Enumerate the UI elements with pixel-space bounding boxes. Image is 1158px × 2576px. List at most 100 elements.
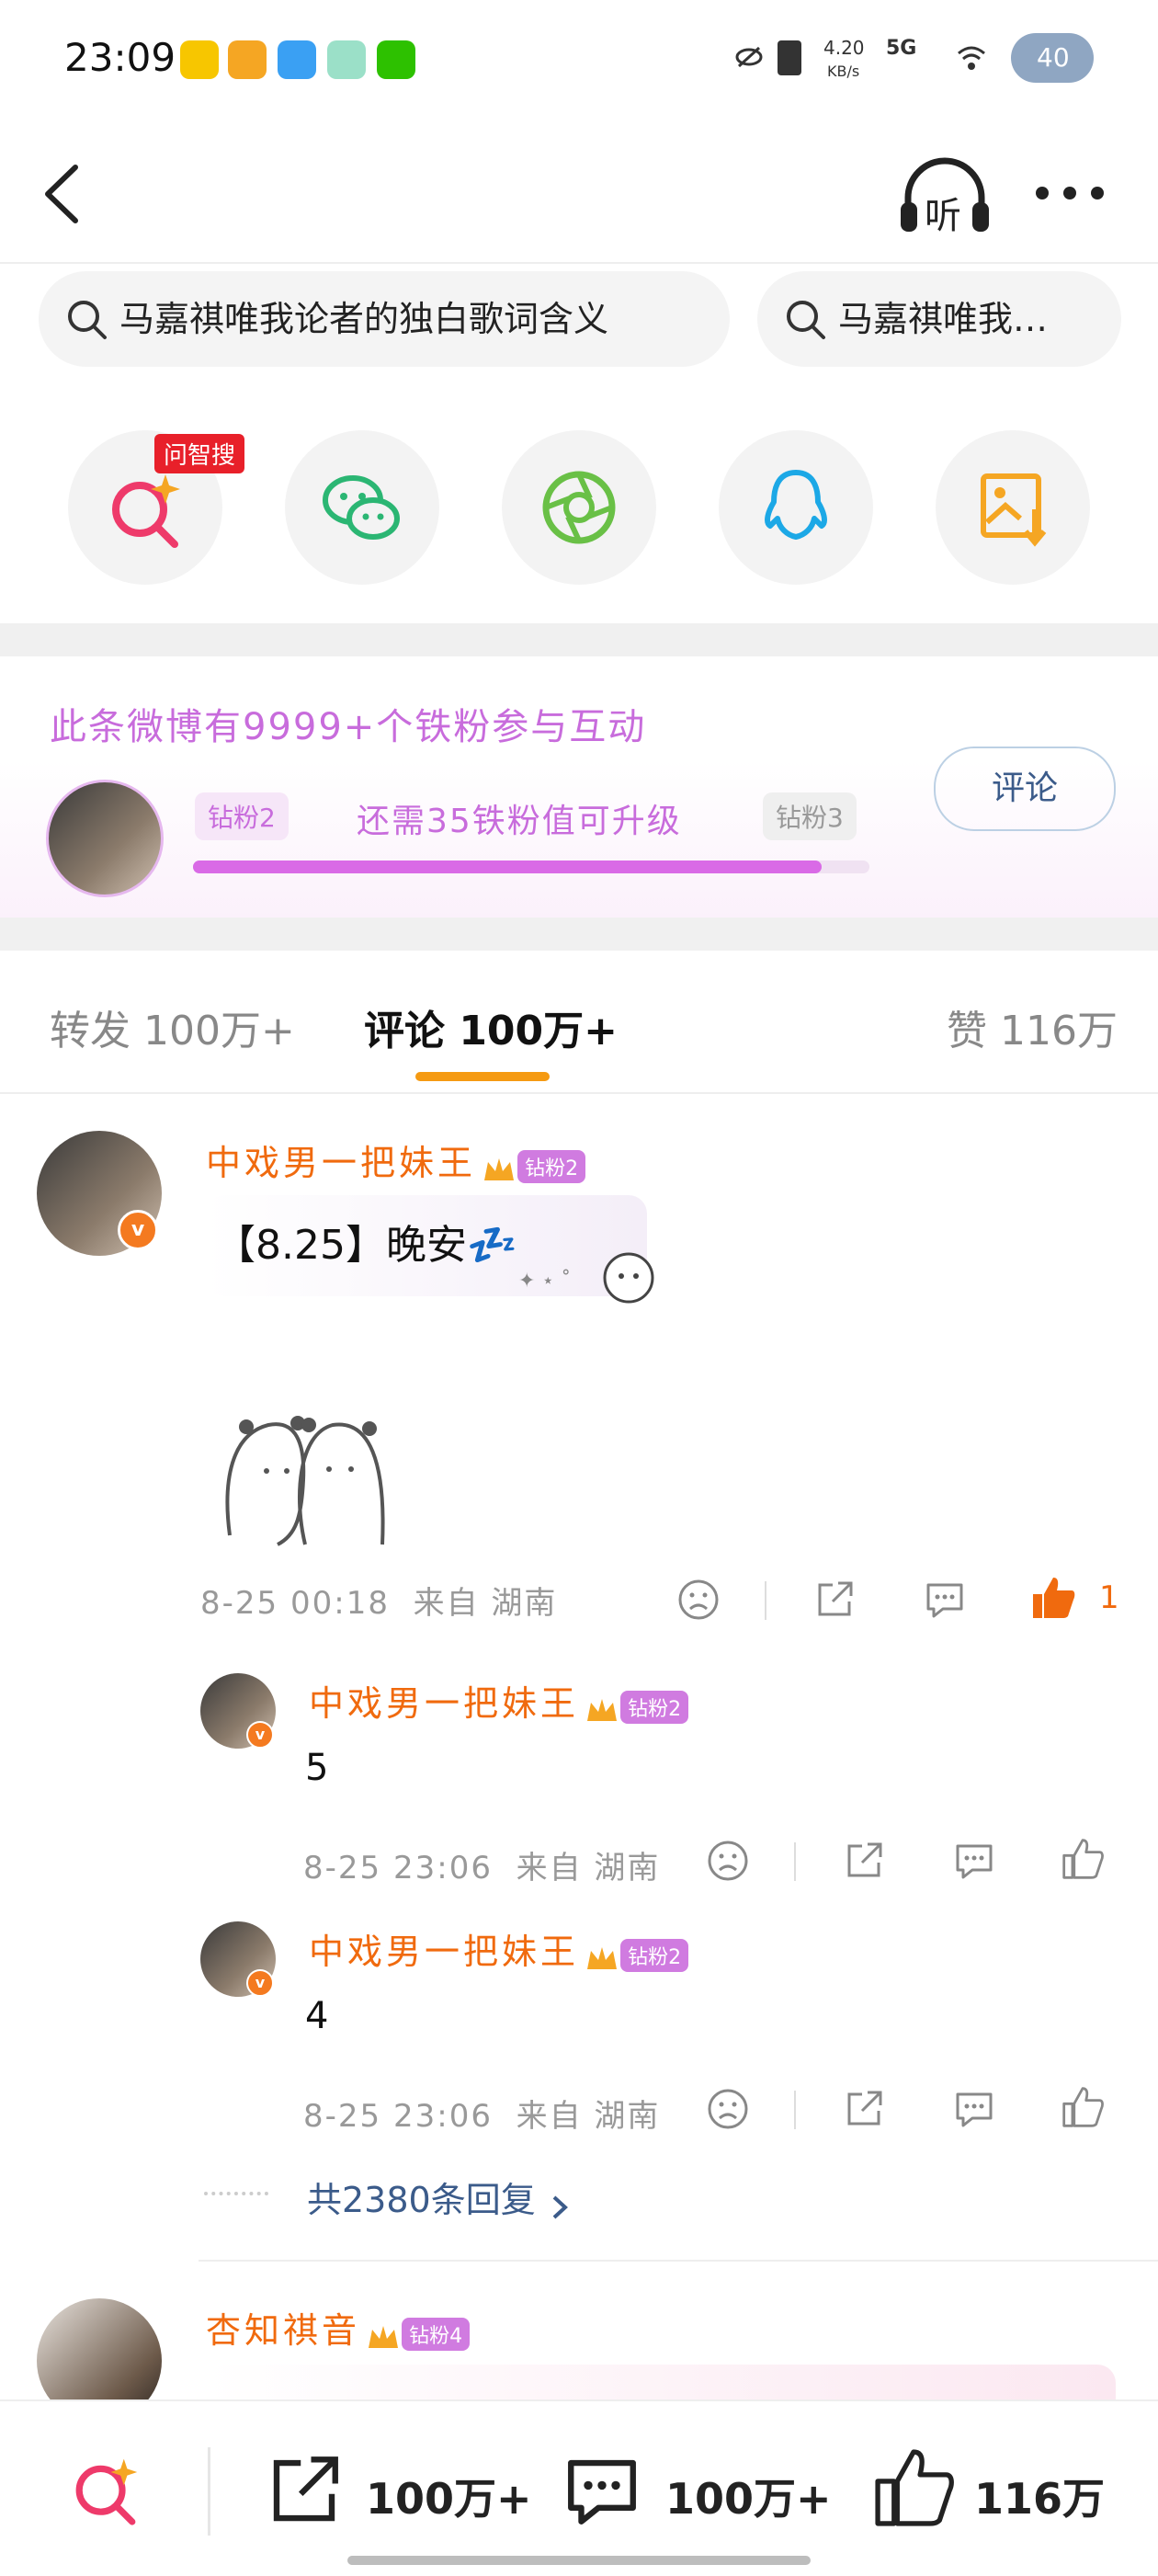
fan-badge: 钻粉2 [620, 1691, 689, 1724]
comment-location: 来自 湖南 [413, 1585, 558, 1622]
reply-text: 5 [305, 1747, 329, 1789]
search-icon [787, 301, 825, 339]
search-suggestion-2[interactable]: 马嘉祺唯我… [757, 271, 1121, 367]
comment-icon [956, 2092, 993, 2127]
repost-button[interactable] [812, 1578, 857, 1622]
divider [765, 1581, 766, 1620]
verified-icon: v [246, 1969, 274, 1997]
crown-icon [365, 2320, 402, 2357]
back-button[interactable] [40, 162, 86, 226]
fan-headline: 此条微博有9999+个铁粉参与互动 [50, 706, 647, 748]
ai-search-badge: 问智搜 [154, 434, 245, 473]
share-icon [818, 1581, 853, 1616]
comment-header: 中戏男一把妹王 钻粉2 [206, 1134, 586, 1190]
bottom-repost-button[interactable]: 100万+ [263, 2449, 612, 2532]
reply-time: 8-25 23:06 [303, 2098, 493, 2135]
sad-face-icon [708, 2089, 748, 2129]
fan-upgrade-text: 还需35铁粉值可升级 [357, 803, 682, 840]
comment-time: 8-25 00:18 [200, 1585, 390, 1622]
thumbs-up-icon [1062, 1839, 1104, 1879]
divider [794, 2091, 796, 2129]
search-suggestion-text: 马嘉祺唯我… [838, 299, 1049, 339]
more-replies-text: 共2380条回复 [307, 2180, 536, 2220]
reply-button[interactable] [923, 1578, 967, 1622]
net-speed: 4.20 [823, 37, 865, 59]
reply-text: 4 [305, 1995, 329, 2037]
reply-header: 中戏男一把妹王 钻粉2 [309, 1675, 689, 1730]
bottom-like-button[interactable]: 116万 [871, 2445, 1110, 2534]
comment-icon [926, 1583, 963, 1618]
comment-item: v 中戏男一把妹王 钻粉2 【8.25】晚安💤 ✦ ⋆ ˚ 8-25 00:18… [0, 1122, 1158, 2262]
app-notification-icon [327, 40, 366, 79]
share-moments-button[interactable] [502, 430, 656, 585]
reply-location: 来自 湖南 [516, 1850, 661, 1886]
dislike-button[interactable] [706, 2087, 750, 2131]
like-count: 1 [1099, 1579, 1119, 1616]
listen-button[interactable]: 听 [899, 156, 991, 237]
bottom-repost-count: 100万+ [366, 2474, 532, 2524]
share-wechat-button[interactable] [285, 430, 439, 585]
bear-sticker-image[interactable] [213, 1388, 397, 1572]
bottom-action-bar: 100万+ 100万+ 116万 [0, 2399, 1158, 2576]
dislike-button[interactable] [706, 1839, 750, 1883]
comment-header: 杏知祺音 钻粉4 [206, 2302, 471, 2357]
like-button[interactable] [1061, 2085, 1105, 2129]
reply-button[interactable] [952, 2087, 996, 2131]
sad-face-icon [708, 1841, 748, 1881]
reply-button[interactable] [952, 1839, 996, 1883]
crown-icon [481, 1153, 517, 1190]
divider [208, 2447, 210, 2536]
weibo-notification-icon [228, 40, 267, 79]
fan-comment-button[interactable]: 评论 [934, 747, 1116, 831]
net-speed-unit: KB/s [827, 63, 860, 80]
more-replies-link[interactable]: 共2380条回复 [307, 2171, 571, 2222]
comment-icon [568, 2459, 636, 2525]
reply-username[interactable]: 中戏男一把妹王 [309, 1932, 579, 1972]
comment-username[interactable]: 中戏男一把妹王 [206, 1143, 476, 1183]
wechat-notification-icon [377, 40, 415, 79]
search-suggestion-1[interactable]: 马嘉祺唯我论者的独白歌词含义 [39, 271, 730, 367]
save-image-button[interactable] [936, 430, 1090, 585]
comment-meta: 8-25 00:18 来自 湖南 [200, 1578, 557, 1623]
bottom-like-count: 116万 [974, 2474, 1106, 2524]
fan-badge: 钻粉2 [517, 1150, 586, 1183]
wifi-icon [956, 42, 987, 75]
ai-search-icon [112, 474, 180, 548]
more-dots-icon [1036, 187, 1104, 199]
my-avatar[interactable] [46, 780, 164, 897]
bottom-comment-button[interactable]: 100万+ [561, 2449, 836, 2532]
battery-level: 40 [1037, 42, 1070, 73]
like-button[interactable] [1029, 1574, 1077, 1622]
verified-icon: v [246, 1721, 274, 1749]
repost-button[interactable] [842, 1839, 886, 1883]
tab-active-indicator [415, 1072, 550, 1081]
more-button[interactable] [1033, 184, 1107, 202]
comment-text: 【8.25】晚安💤 [215, 1222, 517, 1269]
dots-divider [204, 2192, 268, 2199]
dislike-button[interactable] [676, 1578, 721, 1622]
divider [794, 1842, 796, 1881]
fan-level-next: 钻粉3 [763, 792, 857, 840]
share-qq-button[interactable] [719, 430, 873, 585]
tab-like[interactable]: 赞 116万 [947, 997, 1118, 1056]
network-type: 5G [886, 37, 917, 60]
app-notification-icon [278, 40, 316, 79]
tab-comment[interactable]: 评论 100万+ [364, 997, 618, 1056]
ai-search-icon [75, 2458, 138, 2525]
svg-text:✦ ⋆ ˚: ✦ ⋆ ˚ [518, 1270, 571, 1293]
comment-username[interactable]: 杏知祺音 [206, 2310, 360, 2351]
thumbs-up-icon [1062, 2087, 1104, 2127]
thumbs-up-icon [875, 2449, 954, 2526]
fan-level-current: 钻粉2 [195, 792, 289, 840]
tab-repost[interactable]: 转发 100万+ [50, 997, 295, 1056]
top-nav: 听 [0, 120, 1158, 264]
app-notification-icon [180, 40, 219, 79]
ai-search-button[interactable] [64, 2447, 147, 2530]
divider [0, 623, 1158, 656]
divider [199, 2260, 1158, 2262]
like-button[interactable] [1061, 1837, 1105, 1881]
repost-button[interactable] [842, 2087, 886, 2131]
reply-username[interactable]: 中戏男一把妹王 [309, 1683, 579, 1724]
home-indicator [347, 2556, 811, 2565]
thumbs-up-icon [1033, 1578, 1075, 1618]
